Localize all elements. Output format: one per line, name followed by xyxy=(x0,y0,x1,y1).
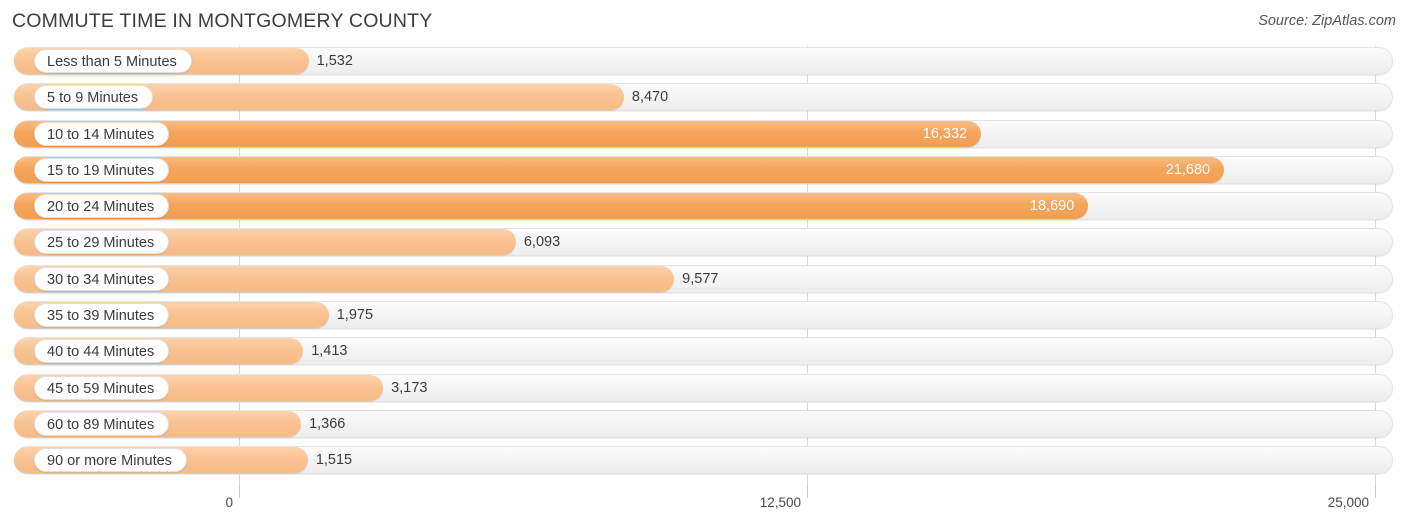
bar-row: 45 to 59 Minutes 3,173 xyxy=(0,373,1406,403)
axis-tick xyxy=(239,486,240,498)
bar-category-label: 45 to 59 Minutes xyxy=(34,375,170,400)
bar-value-label: 16,332 xyxy=(922,125,968,142)
bar-value-label: 8,470 xyxy=(631,89,669,106)
bar-row: 30 to 34 Minutes 9,577 xyxy=(0,264,1406,294)
bar-row: 5 to 9 Minutes 8,470 xyxy=(0,82,1406,112)
chart-page: COMMUTE TIME IN MONTGOMERY COUNTY Source… xyxy=(0,0,1406,523)
bar-row: 90 or more Minutes 1,515 xyxy=(0,445,1406,475)
axis-tick-label: 25,000 xyxy=(1327,495,1369,510)
bar-category-label: 30 to 34 Minutes xyxy=(34,266,170,291)
bar-category-label: Less than 5 Minutes xyxy=(34,49,192,73)
bar-row: 15 to 19 Minutes 21,680 xyxy=(0,155,1406,185)
bar-category-label: 20 to 24 Minutes xyxy=(34,194,170,219)
bar-value-label: 9,577 xyxy=(682,270,719,287)
bar-row: 40 to 44 Minutes 1,413 xyxy=(0,336,1406,366)
bar-value-label: 1,366 xyxy=(309,415,346,432)
bar-row: 35 to 39 Minutes 1,975 xyxy=(0,300,1406,330)
bar[interactable] xyxy=(14,156,1225,183)
bar-value-label: 1,413 xyxy=(311,343,348,360)
bar-row: 25 to 29 Minutes 6,093 xyxy=(0,227,1406,257)
page-title: COMMUTE TIME IN MONTGOMERY COUNTY xyxy=(12,10,433,32)
axis-tick-label: 0 xyxy=(225,495,233,510)
bar-category-label: 15 to 19 Minutes xyxy=(34,157,170,182)
bar-row: 20 to 24 Minutes 18,690 xyxy=(0,191,1406,221)
bar-category-label: 35 to 39 Minutes xyxy=(34,303,170,328)
bar-row: 10 to 14 Minutes 16,332 xyxy=(0,119,1406,149)
bar-value-label: 1,975 xyxy=(336,307,374,324)
bar-value-label: 18,690 xyxy=(1029,198,1075,215)
bar-category-label: 90 or more Minutes xyxy=(34,448,187,473)
axis-tick-label: 12,500 xyxy=(759,495,801,510)
axis-tick xyxy=(807,486,808,498)
bar-category-label: 5 to 9 Minutes xyxy=(34,85,154,110)
bar-row: 60 to 89 Minutes 1,366 xyxy=(0,409,1406,439)
bar-value-label: 6,093 xyxy=(523,234,561,251)
bar-value-label: 3,173 xyxy=(391,379,428,396)
bar[interactable] xyxy=(14,193,1089,220)
bar-value-label: 21,680 xyxy=(1165,161,1211,178)
bar-category-label: 10 to 14 Minutes xyxy=(34,121,170,146)
chart-header: COMMUTE TIME IN MONTGOMERY COUNTY Source… xyxy=(0,0,1406,45)
bar-category-label: 60 to 89 Minutes xyxy=(34,411,170,436)
bar-value-label: 1,515 xyxy=(315,452,353,469)
bar-category-label: 40 to 44 Minutes xyxy=(34,339,170,364)
bar-value-label: 1,532 xyxy=(316,53,353,69)
bar-category-label: 25 to 29 Minutes xyxy=(34,230,170,255)
plot-area: Less than 5 Minutes 1,532 5 to 9 Minutes 8,… xyxy=(0,46,1406,486)
bar-rows: Less than 5 Minutes 1,532 5 to 9 Minutes 8,… xyxy=(0,46,1406,482)
axis-tick xyxy=(1375,486,1376,498)
source-attribution: Source: ZipAtlas.com xyxy=(1258,13,1396,29)
bar-row: Less than 5 Minutes 1,532 xyxy=(0,46,1406,76)
x-axis: 0 12,500 25,000 xyxy=(0,486,1406,523)
